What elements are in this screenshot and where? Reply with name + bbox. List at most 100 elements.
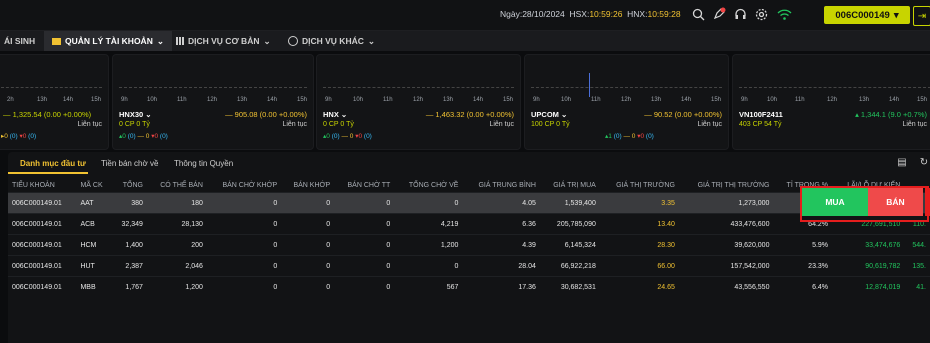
index-card-vn100f[interactable]: 9h 10h 11h 12h 13h 14h 15h VN100F2411 ▴ … (732, 54, 930, 150)
refresh-icon[interactable]: ↻ (918, 157, 930, 169)
count: (0) (159, 133, 168, 140)
table-row[interactable]: 006C000149.01 AAT 380 180 0 0 0 0 4.05 1… (8, 192, 930, 214)
cell-market-value: 433,476,600 (678, 213, 774, 235)
menu-item-basic-services[interactable]: DỊCH VỤ CƠ BẢN ⌄ (176, 31, 271, 51)
cell-pending-sell: 0 (206, 192, 282, 214)
cell-total: 380 (112, 192, 147, 214)
index-card-vnindex[interactable]: 2h 13h 14h 15h — 1,325.54 (0.00 +0.00%) … (0, 54, 109, 150)
date-label: Ngày:28/10/2024 (500, 9, 565, 19)
cell-sell-matched: 0 (281, 255, 335, 277)
chevron-down-icon: ⌄ (156, 35, 164, 46)
cell-avg-price: 28.04 (462, 255, 540, 277)
menu-item-label: DỊCH VỤ CƠ BẢN (188, 36, 260, 46)
tick-label: 13h (859, 97, 870, 103)
gear-icon[interactable] (753, 6, 769, 22)
account-selector[interactable]: 006C000149 ▾ (824, 6, 910, 24)
table-row[interactable]: 006C000149.01 HUT 2,387 2,046 0 0 0 0 28… (8, 255, 930, 277)
session-status: Liên tục (697, 121, 722, 128)
index-card-hnx30[interactable]: 9h 10h 11h 12h 13h 14h 15h HNX30 ⌄ — 905… (112, 54, 314, 150)
cell-weight: 5.9% (773, 234, 833, 256)
table-row[interactable]: 006C000149.01 MBB 1,767 1,200 0 0 0 567 … (8, 276, 930, 297)
tab-portfolio[interactable]: Danh mục đầu tư (20, 159, 86, 168)
export-excel-icon[interactable]: ▤ (896, 157, 908, 169)
advance-decline: ▸0 (0) ▾0 (0) (1, 132, 36, 140)
column-header[interactable]: GIÁ THỊ TRƯỜNG (600, 179, 679, 193)
cell-market-price: 3.35 (599, 192, 679, 214)
index-card-upcom[interactable]: 9h 10h 11h 12h 13h 14h 15h UPCOM ⌄ — 90.… (524, 54, 729, 150)
tick-label: 13h (443, 97, 454, 103)
cell-pending-sell: 0 (206, 213, 282, 235)
tick-label: 14h (63, 97, 74, 103)
cell-buy-value: 30,682,531 (539, 276, 600, 297)
count: (0) (127, 133, 136, 140)
rocket-icon[interactable] (711, 6, 727, 22)
table-header-row: TIỂU KHOẢN MÃ CK TỔNG CÓ THỂ BÁN BÁN CHỜ… (8, 179, 930, 193)
tick-label: 10h (353, 97, 364, 103)
exit-icon[interactable]: ⇥ (913, 6, 930, 26)
cell-sell-matched: 0 (281, 213, 335, 235)
chevron-down-icon: ▾ (893, 9, 899, 21)
tick-label: 15h (503, 97, 514, 103)
time-axis: 9h 10h 11h 12h 13h 14h 15h (321, 97, 516, 105)
cell-expected-pnl: 90,619,782 (832, 255, 905, 277)
top-bar: Ngày:28/10/2024 HSX:10:59:26 HNX:10:59:2… (0, 0, 930, 31)
index-name[interactable]: UPCOM ⌄ (531, 110, 567, 119)
cell-symbol: HUT (76, 255, 113, 277)
tick-label: 14h (889, 97, 900, 103)
count: ▴0 (323, 133, 330, 140)
menu-item-other-services[interactable]: DỊCH VỤ KHÁC ⌄ (288, 31, 375, 51)
headset-icon[interactable] (732, 6, 748, 22)
column-header[interactable]: MÃ CK (76, 179, 112, 193)
tab-pending-sale-cash[interactable]: Tiền bán chờ về (101, 159, 158, 168)
hsx-label: HSX: (569, 9, 590, 19)
column-header[interactable]: GIÁ TRUNG BÌNH (462, 179, 539, 193)
table-row[interactable]: 006C000149.01 HCM 1,400 200 0 0 0 1,200 … (8, 234, 930, 256)
cell-total-incoming: 567 (394, 276, 463, 297)
cell-expected-pnl: 12,874,019 (832, 276, 905, 297)
index-name[interactable]: HNX ⌄ (323, 110, 347, 119)
hsx-time: 10:59:26 (589, 9, 623, 19)
column-header[interactable]: CÓ THỂ BÁN (147, 179, 207, 193)
index-name[interactable]: VN100F2411 (739, 110, 783, 119)
column-header[interactable]: BÁN KHỚP (281, 179, 334, 193)
cell-symbol: HCM (76, 234, 113, 256)
cell-market-value: 157,542,000 (678, 255, 774, 277)
cell-buy-value: 205,785,090 (539, 213, 600, 235)
column-header[interactable]: BÁN CHỜ KHỚP (207, 179, 281, 193)
cell-market-value: 43,556,550 (678, 276, 774, 297)
cell-sell-pending-settle: 0 (334, 276, 395, 297)
index-volume: 403 CP 54 Tỷ (739, 121, 782, 128)
column-header[interactable]: TỔNG (112, 179, 147, 193)
cell-symbol: ACB (76, 213, 113, 235)
cell-pnl-percent: 135. (904, 255, 930, 277)
count: ▾0 (151, 133, 159, 140)
menu-item-account-management[interactable]: QUẢN LÝ TÀI KHOẢN ⌄ (44, 31, 172, 51)
index-card-hnx[interactable]: 9h 10h 11h 12h 13h 14h 15h HNX ⌄ — 1,463… (316, 54, 521, 150)
cell-avg-price: 4.05 (462, 192, 540, 214)
column-header[interactable]: GIÁ TRỊ THỊ TRƯỜNG (679, 179, 774, 193)
time-axis: 9h 10h 11h 12h 13h 14h 15h (529, 97, 724, 105)
search-icon[interactable] (690, 6, 706, 22)
tick-label: 13h (651, 97, 662, 103)
index-name[interactable]: HNX30 ⌄ (119, 110, 152, 119)
column-header[interactable]: BÁN CHỜ TT (334, 179, 394, 193)
count: ▾0 (355, 133, 363, 140)
menu-item-partial[interactable]: ÁI SINH (0, 31, 44, 51)
tab-rights-info[interactable]: Thông tin Quyền (174, 159, 233, 168)
column-header[interactable]: TỔNG CHỜ VỀ (394, 179, 462, 193)
cell-market-price: 66.00 (599, 255, 679, 277)
cell-market-value: 39,620,000 (678, 234, 774, 256)
index-volume: 100 CP 0 Tỷ (531, 121, 570, 128)
info-circle-icon (288, 36, 298, 46)
session-status: Liên tục (489, 121, 514, 128)
index-value: — 905.08 (0.00 +0.00%) (225, 110, 307, 119)
table-row[interactable]: 006C000149.01 ACB 32,349 28,130 0 0 0 4,… (8, 213, 930, 235)
column-header[interactable]: TIỂU KHOẢN (8, 179, 76, 193)
cell-sellable: 180 (146, 192, 207, 214)
session-status: Liên tục (902, 121, 927, 128)
count: — 0 (341, 133, 354, 140)
folder-icon (52, 37, 61, 45)
cell-sell-matched: 0 (281, 192, 335, 214)
column-header[interactable]: GIÁ TRỊ MUA (540, 179, 600, 193)
tick-label: 9h (121, 97, 128, 103)
